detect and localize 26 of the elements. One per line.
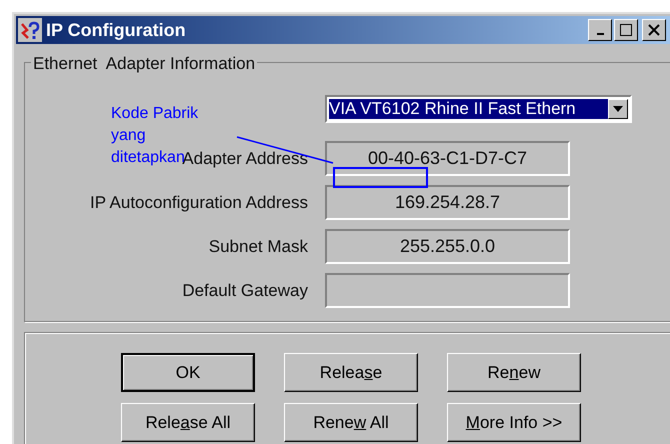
dialog-button[interactable]: More Info >> (447, 403, 581, 442)
value-field: 169.254.28.7 (325, 185, 570, 220)
field-label: IP Autoconfiguration Address (90, 192, 308, 214)
minimize-button[interactable] (588, 19, 612, 41)
caret-icon (613, 106, 623, 112)
minimize-icon (596, 33, 604, 35)
maximize-button[interactable] (614, 19, 638, 41)
value-field: 255.255.0.0 (325, 229, 570, 264)
dialog-button[interactable]: Release All (121, 403, 255, 442)
close-button[interactable] (642, 19, 666, 41)
window-title: IP Configuration (46, 18, 186, 42)
field-label: Adapter Address (182, 148, 308, 170)
dropdown-arrow-button[interactable] (608, 99, 628, 119)
value-field: 00-40-63-C1-D7-C7 (325, 141, 570, 176)
dialog-button[interactable]: Renew (447, 353, 581, 392)
maximize-icon (620, 24, 632, 36)
default-button[interactable]: OK (121, 353, 255, 392)
field-label: Subnet Mask (208, 236, 308, 258)
close-icon (648, 24, 660, 36)
field-label: Default Gateway (182, 280, 308, 302)
dialog-button[interactable]: Release (284, 353, 418, 392)
help-icon (18, 18, 42, 42)
adapter-dropdown[interactable]: VIA VT6102 Rhine II Fast Ethern (325, 95, 632, 123)
annotation-text: yang (111, 126, 147, 146)
annotation-text: Kode Pabrik (111, 104, 198, 124)
dialog-button[interactable]: Renew All (284, 403, 418, 442)
